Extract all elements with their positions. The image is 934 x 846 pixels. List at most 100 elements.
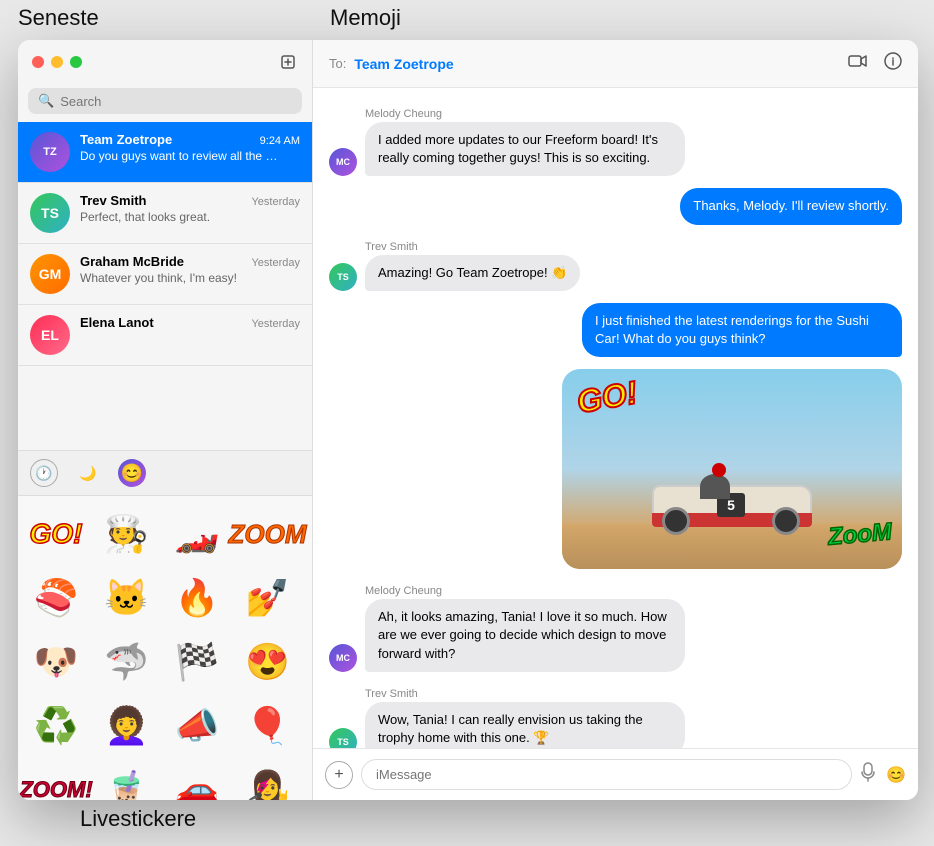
conv-name-team-zoetrope: Team Zoetrope	[80, 132, 172, 147]
sticker-flag[interactable]: 🏁	[167, 632, 227, 692]
sushi-car-image: 5 GO! Zo	[562, 369, 902, 569]
avatar-trev-smith: TS	[30, 193, 70, 233]
bubble-4: I just finished the latest renderings fo…	[582, 303, 902, 357]
sender-name-1: Melody Cheung	[365, 108, 442, 120]
conv-time-trev-smith: Yesterday	[251, 196, 300, 208]
conv-info-trev-smith: Trev Smith Yesterday Perfect, that looks…	[80, 193, 300, 224]
msg-row-7: TS Wow, Tania! I can really envision us …	[329, 702, 902, 748]
minimize-button[interactable]	[51, 56, 63, 68]
traffic-lights	[32, 56, 82, 68]
messages-area: Melody Cheung MC I added more updates to…	[313, 88, 918, 748]
avatar-mc-1: MC	[329, 148, 357, 176]
emoji-icon[interactable]: 😊	[886, 765, 906, 785]
sticker-tab-recents[interactable]: 🕐	[30, 459, 58, 487]
search-input[interactable]	[60, 94, 292, 109]
msg-row-3: TS Amazing! Go Team Zoetrope! 👏	[329, 255, 902, 291]
title-bar	[18, 40, 312, 84]
bubble-1: I added more updates to our Freeform boa…	[365, 122, 685, 176]
sticker-boba[interactable]: 🧋	[97, 760, 157, 800]
avatar-mc-6: MC	[329, 644, 357, 672]
message-input[interactable]	[361, 759, 852, 790]
msg-row-6: MC Ah, it looks amazing, Tania! I love i…	[329, 599, 902, 672]
conv-info-team-zoetrope: Team Zoetrope 9:24 AM Do you guys want t…	[80, 132, 300, 163]
sticker-memoji2[interactable]: 👩‍🎤	[238, 760, 298, 800]
input-area: + 😊	[313, 748, 918, 800]
sticker-car[interactable]: 🚗	[167, 760, 227, 800]
conv-time-graham-mcbride: Yesterday	[251, 257, 300, 269]
sticker-recycle[interactable]: ♻️	[26, 696, 86, 756]
conversation-list: TZ Team Zoetrope 9:24 AM Do you guys wan…	[18, 122, 312, 450]
conversation-item-trev-smith[interactable]: TS Trev Smith Yesterday Perfect, that lo…	[18, 183, 312, 244]
conversation-item-team-zoetrope[interactable]: TZ Team Zoetrope 9:24 AM Do you guys wan…	[18, 122, 312, 183]
sticker-zoom-overlay: ZooM	[827, 518, 893, 551]
sticker-go[interactable]: GO!	[26, 504, 86, 564]
app-window: 🔍 TZ Team Zoetrope 9:24 AM Do you guys w…	[18, 40, 918, 800]
avatar-graham-mcbride: GM	[30, 254, 70, 294]
add-button[interactable]: +	[325, 761, 353, 789]
sticker-girl-phone[interactable]: 💅	[238, 568, 298, 628]
seneste-label: Seneste	[18, 5, 99, 31]
sticker-fire[interactable]: 🔥	[167, 568, 227, 628]
sticker-balloon[interactable]: 🎈	[238, 696, 298, 756]
right-panel: To: Team Zoetrope	[313, 40, 918, 800]
livestickere-label: Livestickere	[80, 806, 196, 832]
conv-info-graham-mcbride: Graham McBride Yesterday Whatever you th…	[80, 254, 300, 285]
sticker-racecar[interactable]: 🏎️	[167, 504, 227, 564]
sender-name-6: Melody Cheung	[365, 585, 442, 597]
sushi-car-image-bubble: 5 GO! Zo	[562, 369, 902, 569]
sender-name-7: Trev Smith	[365, 688, 418, 700]
sticker-chef[interactable]: 🧑‍🍳	[97, 504, 157, 564]
conv-time-elena-lanot: Yesterday	[251, 318, 300, 330]
memoji-label: Memoji	[330, 5, 401, 31]
sticker-tab-moon[interactable]: 🌙	[74, 459, 102, 487]
message-group-2: Thanks, Melody. I'll review shortly.	[329, 188, 902, 224]
sticker-dog[interactable]: 🐶	[26, 632, 86, 692]
bubble-6: Ah, it looks amazing, Tania! I love it s…	[365, 599, 685, 672]
left-panel: 🔍 TZ Team Zoetrope 9:24 AM Do you guys w…	[18, 40, 313, 800]
fullscreen-button[interactable]	[70, 56, 82, 68]
sticker-cat[interactable]: 🐱	[97, 568, 157, 628]
bubble-2: Thanks, Melody. I'll review shortly.	[680, 188, 902, 224]
chat-header-left: To: Team Zoetrope	[329, 56, 454, 72]
conv-preview-graham-mcbride: Whatever you think, I'm easy!	[80, 271, 280, 285]
audio-icon[interactable]	[860, 762, 876, 787]
close-button[interactable]	[32, 56, 44, 68]
msg-row-2: Thanks, Melody. I'll review shortly.	[329, 188, 902, 224]
sticker-foam-finger[interactable]: 📣	[167, 696, 227, 756]
sticker-zoom2[interactable]: ZOOM!	[26, 760, 86, 800]
conv-preview-team-zoetrope: Do you guys want to review all the rende…	[80, 149, 280, 163]
sticker-heart-eyes[interactable]: 😍	[238, 632, 298, 692]
info-icon[interactable]	[884, 52, 902, 75]
sticker-tabs: 🕐 🌙 😊	[18, 451, 312, 496]
message-group-5: 5 GO! Zo	[329, 369, 902, 569]
message-group-6: Melody Cheung MC Ah, it looks amazing, T…	[329, 581, 902, 672]
avatar-ts-7: TS	[329, 728, 357, 748]
sticker-shark[interactable]: 🦈	[97, 632, 157, 692]
sticker-zoom[interactable]: ZOOM	[238, 504, 298, 564]
conv-name-trev-smith: Trev Smith	[80, 193, 146, 208]
message-group-3: Trev Smith TS Amazing! Go Team Zoetrope!…	[329, 237, 902, 291]
search-bar: 🔍	[28, 88, 302, 114]
sticker-tab-avatar[interactable]: 😊	[118, 459, 146, 487]
sticker-memoji-girl[interactable]: 👩‍🦱	[97, 696, 157, 756]
message-group-4: I just finished the latest renderings fo…	[329, 303, 902, 357]
sender-name-3: Trev Smith	[365, 241, 418, 253]
video-call-icon[interactable]	[848, 54, 868, 73]
msg-row-5: 5 GO! Zo	[329, 369, 902, 569]
search-icon: 🔍	[38, 93, 54, 109]
bubble-3: Amazing! Go Team Zoetrope! 👏	[365, 255, 580, 291]
conversation-item-graham-mcbride[interactable]: GM Graham McBride Yesterday Whatever you…	[18, 244, 312, 305]
chat-title: Team Zoetrope	[354, 56, 453, 72]
conversation-item-elena-lanot[interactable]: EL Elena Lanot Yesterday	[18, 305, 312, 366]
compose-button[interactable]	[278, 52, 298, 72]
avatar-elena-lanot: EL	[30, 315, 70, 355]
avatar-team-zoetrope: TZ	[30, 132, 70, 172]
sticker-sushi[interactable]: 🍣	[26, 568, 86, 628]
sticker-panel: 🕐 🌙 😊 GO! 🧑‍🍳 🏎️	[18, 450, 312, 800]
conv-preview-trev-smith: Perfect, that looks great.	[80, 210, 280, 224]
msg-row-4: I just finished the latest renderings fo…	[329, 303, 902, 357]
msg-row-1: MC I added more updates to our Freeform …	[329, 122, 902, 176]
conv-time-team-zoetrope: 9:24 AM	[260, 135, 300, 147]
avatar-ts-3: TS	[329, 263, 357, 291]
sticker-grid: GO! 🧑‍🍳 🏎️ ZOOM 🍣 🐱	[18, 496, 312, 800]
